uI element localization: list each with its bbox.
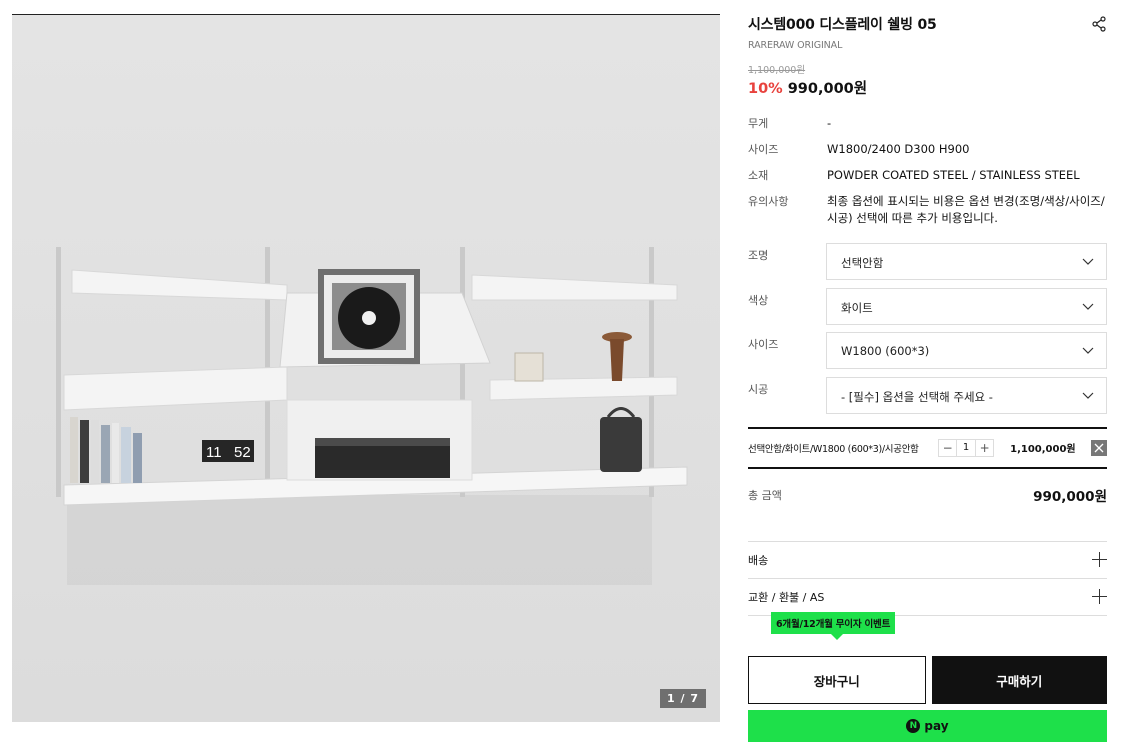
qty-plus-button[interactable]: + [976,441,993,455]
image-pager: 1 / 7 [660,689,706,708]
option-list: 조명 선택안함 색상 화이트 사이즈 W1800 (600*3) 시공 - [필… [748,243,1107,421]
chevron-down-icon [1082,258,1094,265]
chevron-down-icon [1082,303,1094,310]
spec-value: - [827,116,832,130]
accordion-shipping[interactable]: 배송 [748,542,1107,579]
accordion-label: 배송 [748,553,769,567]
product-title: 시스템000 디스플레이 쉘빙 05 [748,17,937,33]
lighting-select[interactable]: 선택안함 [826,243,1107,280]
spec-key: 소재 [748,169,769,182]
spec-row: 소재 POWDER COATED STEEL / STAINLESS STEEL [748,167,1107,184]
add-to-cart-button[interactable]: 장바구니 [748,656,926,704]
spec-value: POWDER COATED STEEL / STAINLESS STEEL [827,168,1080,182]
clock-minutes: 52 [234,444,251,461]
remove-option-button[interactable] [1091,439,1107,456]
accordion-label: 교환 / 환불 / AS [748,590,825,604]
option-row-install: 시공 - [필수] 옵션을 선택해 주세요 - [748,376,1107,421]
option-label: 색상 [748,293,769,307]
product-image: 11 52 [56,247,688,585]
plus-icon [1092,589,1107,604]
discount-rate: 10% [748,81,783,97]
spec-key: 사이즈 [748,143,779,156]
option-row-lighting: 조명 선택안함 [748,243,1107,287]
spec-list: 무게 - 사이즈 W1800/2400 D300 H900 소재 POWDER … [748,115,1107,227]
original-price: 1,100,000원 [748,65,806,76]
close-icon [1094,443,1104,452]
accordion-exchange-refund[interactable]: 교환 / 환불 / AS [748,579,1107,616]
option-label: 조명 [748,249,769,262]
selected-option-label: 선택안함/화이트/W1800 (600*3)/시공안함 [748,443,919,455]
spec-key: 유의사항 [748,195,789,208]
clock-hours: 11 [206,444,222,461]
spec-value: W1800/2400 D300 H900 [827,142,970,156]
selected-subtotal: 1,100,000원 [1010,444,1076,455]
product-info: 시스템000 디스플레이 쉘빙 05 RARERAW ORIGINAL 1,10… [748,14,1107,616]
naver-pay-button[interactable]: N pay [748,710,1107,742]
spec-value: 최종 옵션에 표시되는 비용은 옵션 변경(조명/색상/사이즈/시공) 선택에 … [827,194,1105,225]
option-row-size: 사이즈 W1800 (600*3) [748,332,1107,376]
qty-input[interactable]: 1 [956,439,977,456]
select-value: - [필수] 옵션을 선택해 주세요 - [841,389,993,404]
interest-free-event-badge: 6개월/12개월 무이자 이벤트 [771,612,896,640]
chevron-down-icon [1082,392,1094,399]
brand-name: RARERAW ORIGINAL [748,40,843,51]
qty-minus-button[interactable]: − [939,441,956,455]
plus-icon [1092,552,1107,567]
share-icon[interactable] [1091,16,1107,32]
option-row-color: 색상 화이트 [748,287,1107,332]
total-label: 총 금액 [748,488,782,502]
spec-row: 무게 - [748,115,1107,132]
select-value: 화이트 [841,300,873,315]
spec-key: 무게 [748,117,769,130]
selected-option-line: 선택안함/화이트/W1800 (600*3)/시공안함 − 1 + 1,100,… [748,426,1107,469]
product-image-gallery[interactable]: 11 52 1 / 7 [12,14,720,722]
buy-now-button[interactable]: 구매하기 [931,656,1107,704]
select-value: W1800 (600*3) [841,344,930,358]
spec-row: 유의사항 최종 옵션에 표시되는 비용은 옵션 변경(조명/색상/사이즈/시공)… [748,193,1107,227]
size-select[interactable]: W1800 (600*3) [826,332,1107,369]
total-row: 총 금액 990,000원 [748,469,1107,521]
naver-pay-logo-icon: N [906,719,921,733]
option-label: 시공 [748,382,769,396]
purchase-buttons: 장바구니 구매하기 [748,656,1107,704]
chevron-down-icon [1082,347,1094,354]
info-accordion: 배송 교환 / 환불 / AS [748,540,1107,616]
price-row: 10% 990,000원 [748,77,1107,98]
install-select[interactable]: - [필수] 옵션을 선택해 주세요 - [826,376,1107,414]
select-value: 선택안함 [841,256,884,270]
total-amount: 990,000원 [1033,488,1107,505]
spec-row: 사이즈 W1800/2400 D300 H900 [748,141,1107,158]
sale-price: 990,000원 [787,81,868,97]
option-label: 사이즈 [748,338,779,351]
color-select[interactable]: 화이트 [826,287,1107,325]
quantity-stepper: − 1 + [938,438,995,457]
naver-pay-label: pay [924,719,949,733]
